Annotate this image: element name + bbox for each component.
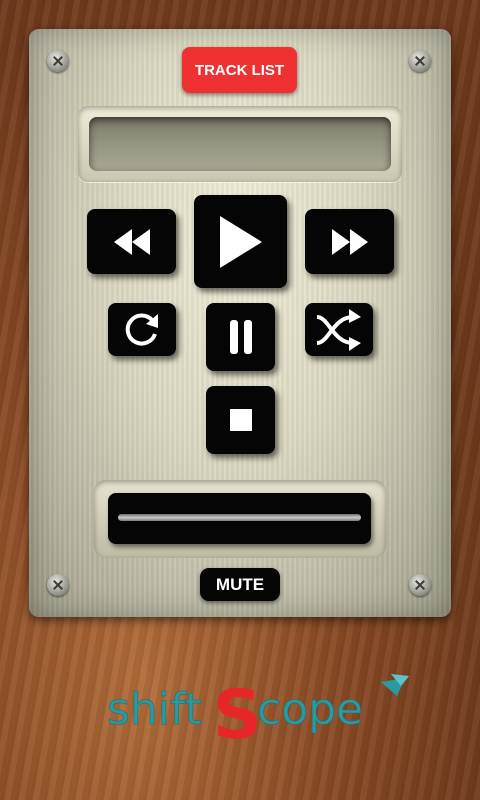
repeat-icon: [125, 313, 158, 345]
svg-text:cope: cope: [257, 684, 363, 735]
track-display: [89, 117, 391, 171]
stop-icon: [229, 409, 252, 431]
svg-text:S: S: [213, 676, 262, 752]
play-button[interactable]: [194, 195, 287, 288]
fast-forward-button[interactable]: [305, 209, 394, 274]
screw-top-right: [409, 50, 431, 72]
shiftscope-logo: shift S cope: [107, 674, 409, 752]
screw-top-left: [47, 50, 69, 72]
play-icon: [219, 215, 262, 268]
fast-forward-icon: [331, 228, 368, 255]
shuffle-icon: [316, 308, 361, 351]
track-list-button[interactable]: TRACK LIST: [182, 47, 297, 93]
rewind-button[interactable]: [87, 209, 176, 274]
repeat-button[interactable]: [108, 303, 176, 356]
stop-button[interactable]: [206, 386, 275, 454]
mute-button[interactable]: MUTE: [200, 568, 280, 601]
pause-icon: [229, 320, 252, 354]
screw-bottom-right: [409, 574, 431, 596]
shuffle-button[interactable]: [305, 303, 373, 356]
progress-track[interactable]: [118, 514, 361, 521]
pause-button[interactable]: [206, 303, 275, 371]
screw-bottom-left: [47, 574, 69, 596]
rewind-icon: [113, 228, 150, 255]
svg-text:shift: shift: [107, 684, 202, 735]
